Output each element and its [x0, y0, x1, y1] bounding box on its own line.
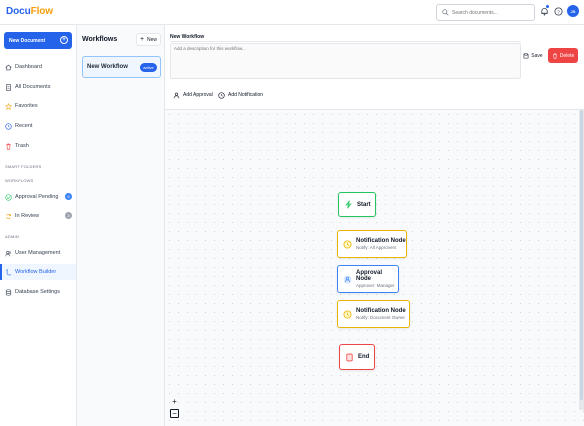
documents-icon — [6, 83, 11, 91]
node-title: Approval Node — [356, 270, 383, 282]
users-icon — [5, 250, 12, 256]
workflow-name-field[interactable] — [170, 32, 521, 42]
smart-folders-heading: SMART FOLDERS — [5, 164, 42, 169]
sidebar-item-label: Trash — [15, 143, 29, 149]
plus-icon: + — [139, 36, 145, 43]
node-title: Start — [357, 201, 371, 208]
clock-icon — [5, 122, 12, 130]
sidebar-item-label: Dashboard — [15, 64, 42, 70]
status-badge: active — [140, 63, 157, 72]
svg-text:?: ? — [557, 9, 560, 15]
trash-icon — [552, 53, 557, 59]
sidebar-item-database-settings[interactable]: Database Settings — [0, 284, 76, 300]
bell-icon[interactable] — [540, 7, 549, 16]
workflows-heading: WORKFLOWS — [5, 178, 34, 183]
sidebar-item-label: User Management — [15, 250, 61, 256]
new-workflow-button[interactable]: + New — [136, 33, 161, 46]
sidebar-item-label: All Documents — [15, 84, 51, 90]
star-icon — [5, 102, 12, 110]
sidebar-item-label: Database Settings — [15, 289, 60, 295]
home-icon — [5, 64, 12, 70]
start-node[interactable]: Start — [338, 192, 376, 217]
workflows-panel: Workflows + New New Workflow active — [77, 25, 165, 426]
sidebar-item-label: Workflow Builder — [15, 269, 57, 275]
node-title: Notification Node — [356, 308, 406, 314]
new-document-label: New Document — [9, 37, 46, 44]
clock-icon — [343, 239, 352, 249]
notification-node-2[interactable]: Notification Node Notify: Document Owner — [337, 300, 410, 328]
sidebar-item-dashboard[interactable]: Dashboard — [0, 59, 76, 75]
user-avatar[interactable]: JS — [567, 5, 579, 17]
delete-label: Delete — [559, 52, 575, 59]
search-input[interactable] — [452, 9, 532, 16]
sidebar-item-user-management[interactable]: User Management — [0, 245, 76, 261]
add-notification-button[interactable]: Add Notification — [218, 90, 263, 100]
add-approval-label: Add Approval — [183, 92, 213, 98]
workflow-editor-header: Save Delete Add Approval Add Notificatio… — [165, 25, 584, 110]
add-notification-label: Add Notification — [228, 92, 264, 98]
new-document-button[interactable]: New Document + — [4, 32, 72, 49]
app-logo[interactable]: DocuFlow — [6, 6, 53, 17]
zoom-in-button[interactable]: + — [170, 397, 179, 406]
bolt-icon — [344, 200, 353, 209]
delete-button[interactable]: Delete — [548, 48, 578, 63]
vertical-scrollbar[interactable] — [579, 110, 584, 410]
help-icon[interactable]: ? — [554, 7, 563, 16]
notification-node-1[interactable]: Notification Node Notify: All Approvers — [337, 230, 407, 258]
add-approval-button[interactable]: Add Approval — [173, 90, 213, 100]
save-icon — [523, 53, 529, 59]
sidebar-item-all-documents[interactable]: All Documents — [0, 79, 76, 95]
sidebar-item-trash[interactable]: Trash — [0, 138, 76, 154]
admin-heading: ADMIN — [5, 234, 19, 239]
new-workflow-label: New — [147, 36, 158, 43]
check-circle-icon — [5, 193, 12, 201]
save-button[interactable]: Save — [522, 49, 544, 63]
node-subtitle: Notify: All Approvers — [356, 245, 397, 250]
user-icon — [173, 92, 180, 98]
workflow-description-field[interactable] — [170, 43, 521, 79]
end-node[interactable]: End — [339, 344, 375, 370]
logo-text-flow: Flow — [30, 6, 53, 17]
workflow-list-item[interactable]: New Workflow active — [82, 56, 161, 78]
node-subtitle: Approver: Manager — [356, 283, 395, 288]
approval-pending-count-badge: 5 — [65, 193, 72, 200]
user-icon — [343, 274, 352, 284]
sidebar-item-favorites[interactable]: Favorites — [0, 98, 76, 114]
workflows-panel-title: Workflows — [82, 36, 118, 43]
stop-icon — [345, 353, 354, 362]
workflow-icon — [6, 268, 11, 275]
clock-icon — [218, 91, 225, 99]
sidebar-item-workflow-builder[interactable]: Workflow Builder — [0, 264, 76, 280]
node-title: End — [358, 354, 370, 360]
clock-icon — [343, 309, 352, 319]
sidebar-item-label: Approval Pending — [15, 194, 59, 200]
sidebar: New Document + Dashboard All Documents F… — [0, 25, 77, 426]
in-review-count-badge: 3 — [65, 212, 72, 219]
node-subtitle: Notify: Document Owner — [356, 315, 406, 320]
database-icon — [5, 288, 12, 296]
search-box[interactable] — [436, 4, 535, 21]
sidebar-item-label: In Review — [15, 213, 40, 219]
approval-node[interactable]: Approval Node Approver: Manager — [337, 265, 399, 293]
top-bar: DocuFlow ? JS — [0, 0, 584, 25]
search-icon — [442, 9, 449, 16]
logo-text-docu: Docu — [6, 6, 31, 17]
trash-icon — [6, 143, 11, 150]
plus-icon: + — [60, 36, 68, 44]
notification-dot — [546, 5, 549, 8]
node-title: Notification Node — [356, 238, 406, 244]
workflow-name: New Workflow — [87, 64, 128, 70]
sidebar-item-recent[interactable]: Recent — [0, 118, 76, 134]
refresh-icon — [6, 213, 11, 219]
zoom-out-button[interactable]: − — [170, 409, 179, 418]
save-label: Save — [531, 53, 543, 59]
sidebar-item-label: Favorites — [15, 103, 38, 109]
sidebar-item-label: Recent — [15, 123, 33, 129]
